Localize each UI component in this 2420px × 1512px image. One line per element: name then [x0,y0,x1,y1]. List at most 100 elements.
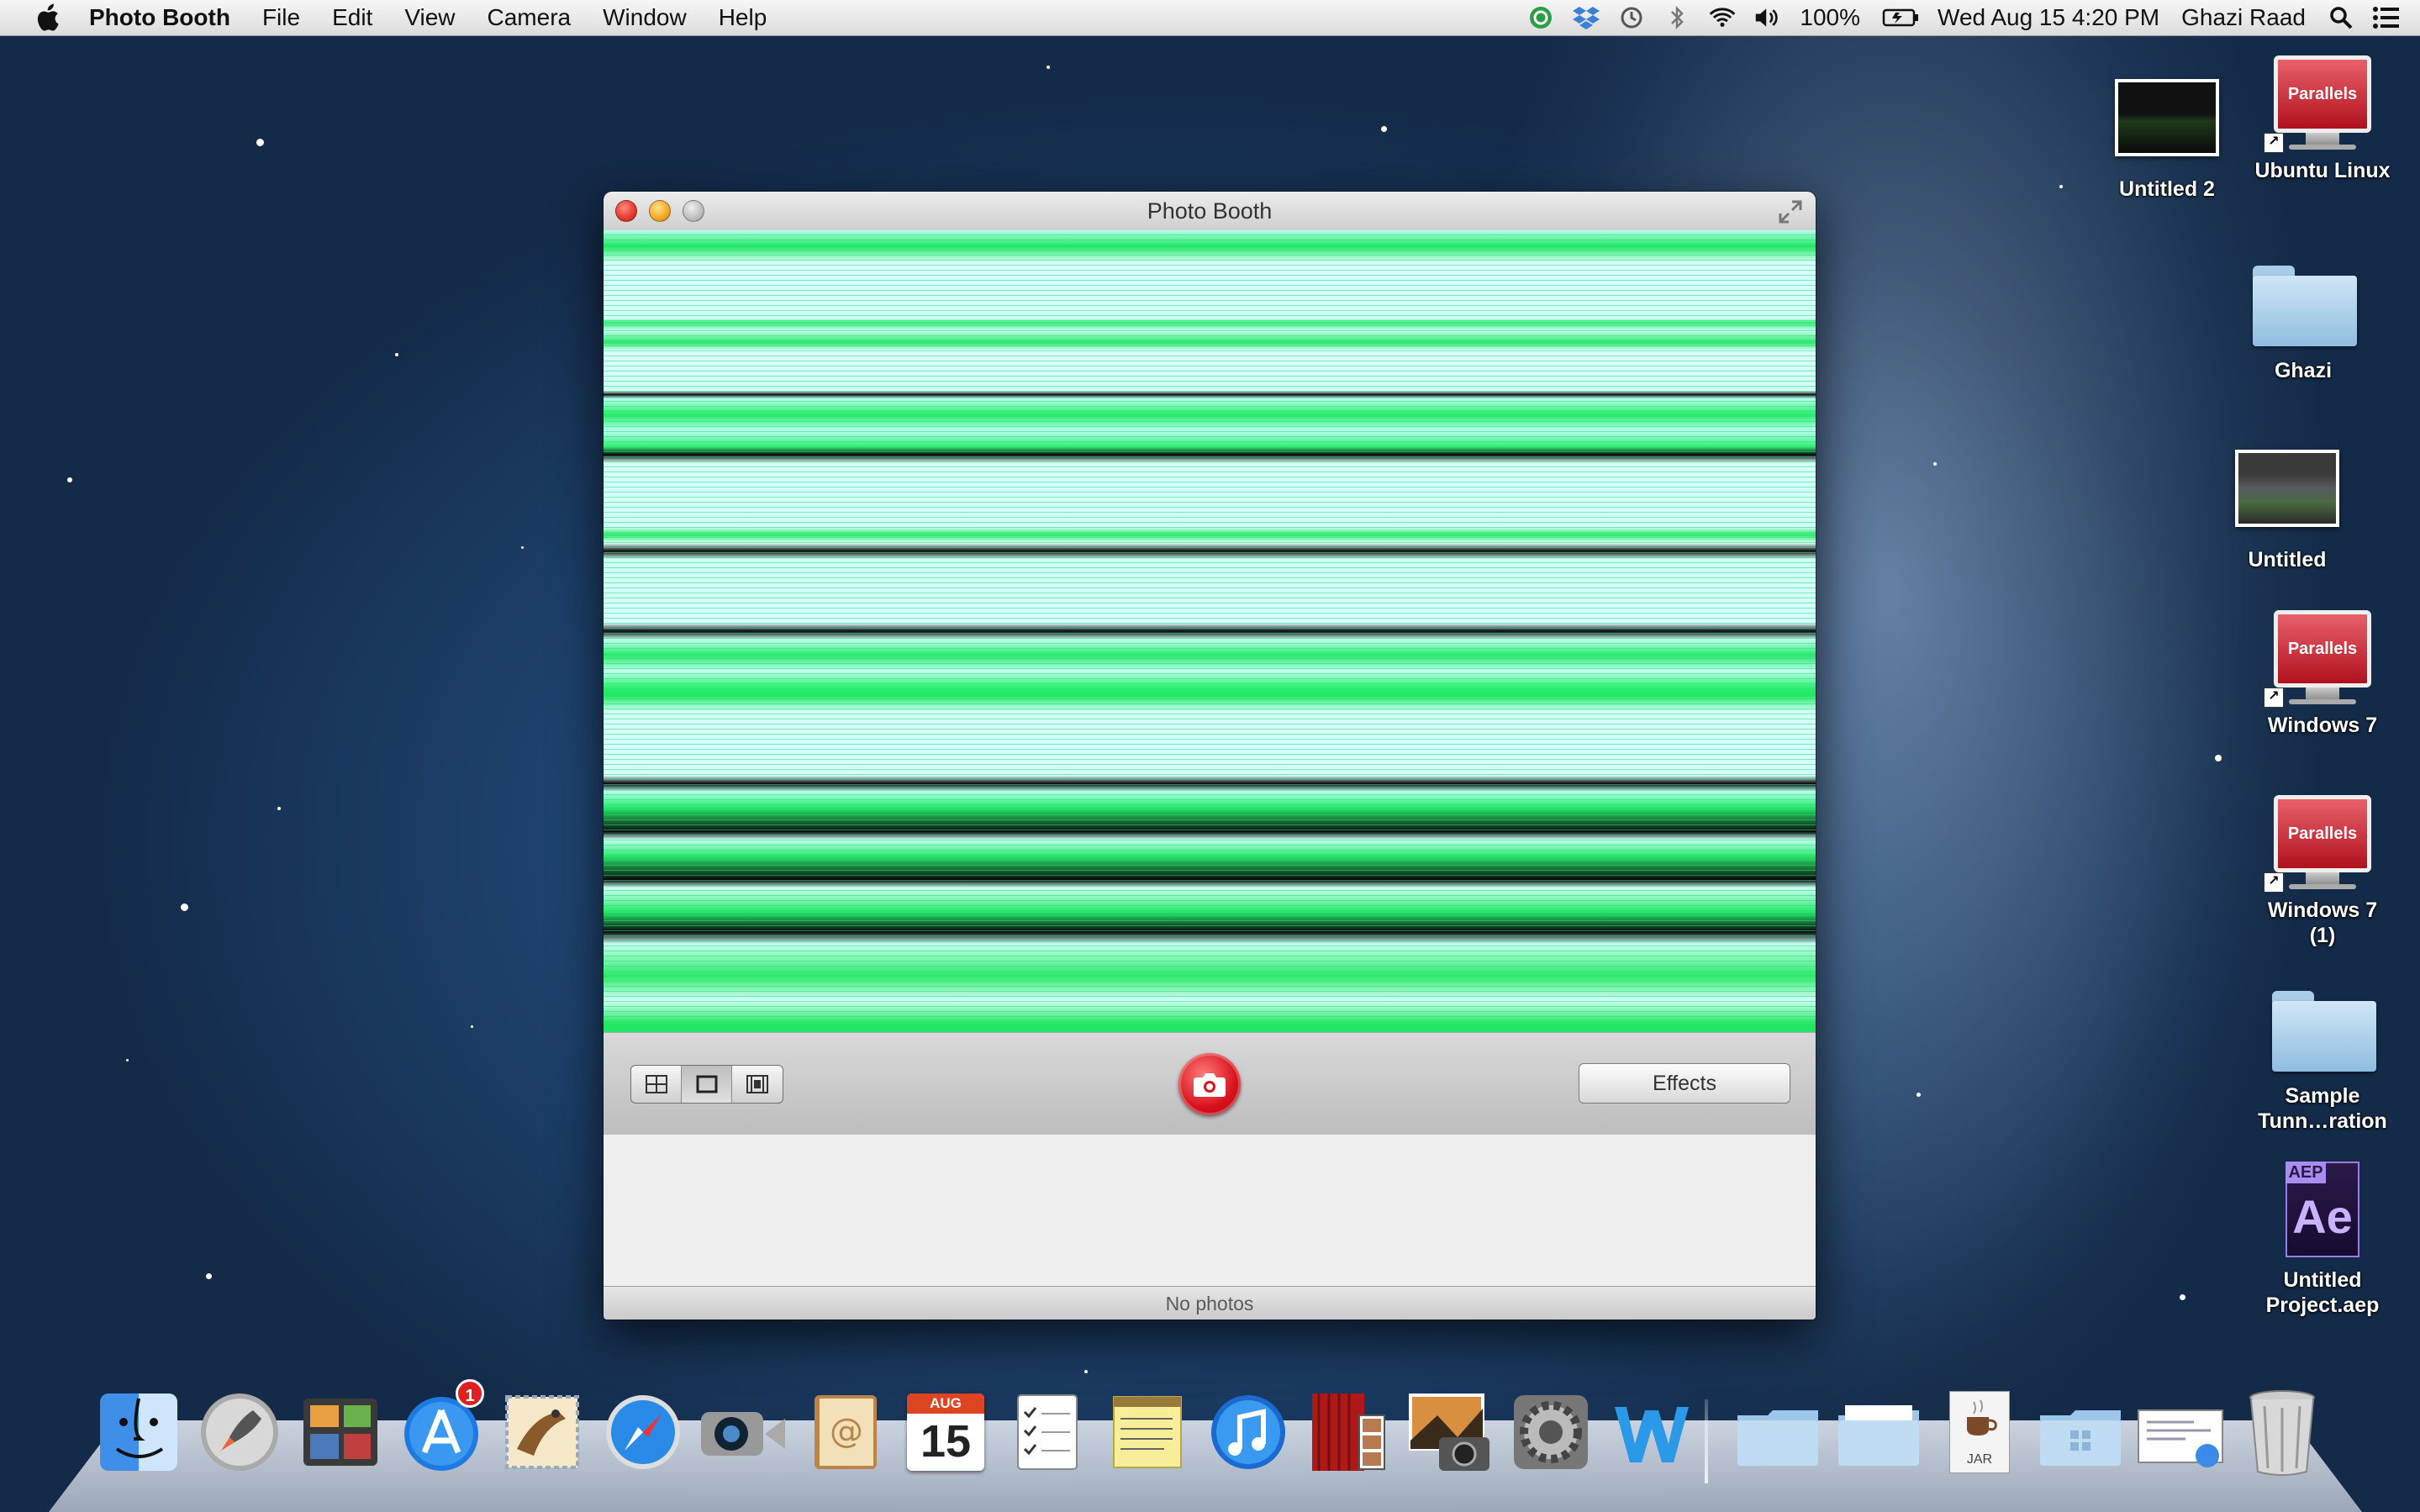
movie-mode-button[interactable] [732,1066,783,1103]
single-photo-mode-button[interactable] [682,1066,732,1103]
app-store-badge: 1 [456,1379,484,1408]
desktop-icon-label: Untitled 2 [2119,177,2215,201]
file-menu[interactable]: File [262,4,300,31]
folder-icon [2264,977,2381,1078]
single-frame-icon [696,1075,717,1093]
battery-icon[interactable] [1882,4,1919,31]
window-title: Photo Booth [1147,198,1273,224]
desktop-icon-label: Untitled [2248,548,2327,572]
film-strip-icon [746,1075,768,1093]
mail-stamp-icon [505,1395,579,1469]
view-menu[interactable]: View [404,4,455,31]
photo-browser-icon [303,1399,377,1466]
windows-folder-icon [2040,1410,2121,1466]
jar-file-icon: JAR [1949,1391,2010,1473]
dock-jar-file[interactable]: JAR [1933,1383,2026,1482]
dock-folder-windows[interactable] [2034,1383,2127,1482]
desktop-icon-label: Windows 7 [2267,714,2378,737]
dock-itunes[interactable] [1202,1383,1294,1482]
help-menu[interactable]: Help [719,4,767,31]
dock-reminders[interactable] [1000,1383,1093,1482]
desktop-icon-ubuntu-linux[interactable]: Parallels ↗ Ubuntu Linux [2234,52,2411,183]
grid-icon [645,1075,667,1093]
spotlight-search-icon[interactable] [2328,4,2354,31]
dock-word-processor[interactable] [1605,1383,1698,1482]
app-menu[interactable]: Photo Booth [89,4,230,31]
dock-system-preferences[interactable] [1505,1383,1597,1482]
desktop-icon-sample-tunneling[interactable]: Sample Tunn…ration [2234,977,2411,1134]
apple-menu-icon[interactable] [30,1,64,34]
launchpad-rocket-icon [201,1393,278,1471]
dock-mail[interactable] [496,1383,588,1482]
alias-arrow-icon: ↗ [2264,688,2284,708]
dock-notes[interactable] [1101,1383,1194,1482]
dock: 1 @ AUG 15 JAR [92,1379,2328,1492]
window-titlebar[interactable]: Photo Booth [604,192,1816,231]
folder-icon [1737,1410,1818,1466]
dock-calendar[interactable]: AUG 15 [899,1383,992,1482]
parallels-vm-icon: Parallels ↗ [2264,607,2381,708]
dock-downloads-stack[interactable] [2135,1383,2228,1482]
camera-preview [604,230,1816,1032]
dock-trash[interactable] [2236,1383,2328,1482]
view-mode-selector [630,1065,783,1104]
bluetooth-icon[interactable] [1663,4,1690,31]
four-up-mode-button[interactable] [631,1066,682,1103]
dock-finder[interactable] [92,1383,185,1482]
image-capture-icon [1409,1393,1489,1471]
dock-app-store[interactable]: 1 [395,1379,488,1482]
downloads-stack-icon [2138,1409,2223,1467]
desktop-icon-label: Sample Tunn…ration [2258,1084,2387,1133]
status-bar: No photos [604,1286,1816,1320]
notes-icon [1113,1396,1182,1468]
status-app-icon[interactable] [1527,4,1554,31]
battery-percent: 100% [1800,4,1861,30]
desktop-icon-label: Windows 7 (1) [2267,898,2378,947]
fullscreen-icon[interactable] [1779,200,1802,224]
desktop-icon-untitled-project[interactable]: AEP Ae Untitled Project.aep [2234,1162,2411,1318]
control-bar: Effects [604,1032,1816,1136]
calendar-icon: AUG 15 [907,1393,984,1471]
volume-icon[interactable] [1754,4,1781,31]
finder-icon [100,1393,177,1471]
dock-photo-browser[interactable] [294,1383,387,1482]
reminders-checklist-icon [1017,1394,1078,1470]
after-effects-file-icon: AEP Ae [2264,1162,2381,1262]
dropbox-icon[interactable] [1573,4,1600,31]
notification-center-icon[interactable] [2373,4,2400,31]
dock-safari[interactable] [597,1383,689,1482]
desktop-icon-untitled[interactable]: Untitled [2199,441,2375,572]
parallels-vm-icon: Parallels ↗ [2264,52,2381,153]
dock-separator [1705,1399,1708,1483]
trash-icon [2249,1390,2315,1476]
desktop-icon-windows-7-1[interactable]: Parallels ↗ Windows 7 (1) [2234,792,2411,948]
safari-compass-icon [606,1395,680,1469]
desktop-icon-label: Ubuntu Linux [2254,159,2391,182]
time-machine-icon[interactable] [1618,4,1645,31]
photo-tray[interactable] [604,1135,1816,1286]
effects-button[interactable]: Effects [1579,1063,1790,1104]
parallels-vm-icon: Parallels ↗ [2264,792,2381,893]
desktop-icon-ghazi[interactable]: Ghazi [2215,252,2391,383]
menu-clock[interactable]: Wed Aug 15 4:20 PM [1938,4,2159,31]
wifi-icon[interactable] [1709,4,1736,31]
photo-booth-window: Photo Booth Effects No photos [604,192,1816,1320]
dock-folder-documents[interactable] [1832,1383,1925,1482]
camera-icon [1194,1073,1226,1097]
desktop-icon-windows-7[interactable]: Parallels ↗ Windows 7 [2234,607,2411,738]
folder-icon [2244,252,2362,353]
user-menu[interactable]: Ghazi Raad [2181,4,2306,31]
dock-facetime[interactable] [698,1383,790,1482]
window-menu[interactable]: Window [603,4,687,31]
dock-image-capture[interactable] [1404,1383,1496,1482]
dock-contacts[interactable]: @ [799,1383,891,1482]
folder-icon [1838,1405,1919,1466]
camera-menu[interactable]: Camera [488,4,572,31]
edit-menu[interactable]: Edit [332,4,372,31]
gear-icon [1514,1395,1588,1469]
dock-launchpad[interactable] [193,1383,286,1482]
dock-photo-booth[interactable] [1303,1383,1395,1482]
desktop-icon-untitled-2[interactable]: Untitled 2 [2079,71,2255,202]
take-photo-button[interactable] [1178,1053,1241,1115]
dock-folder-applications[interactable] [1732,1383,1824,1482]
